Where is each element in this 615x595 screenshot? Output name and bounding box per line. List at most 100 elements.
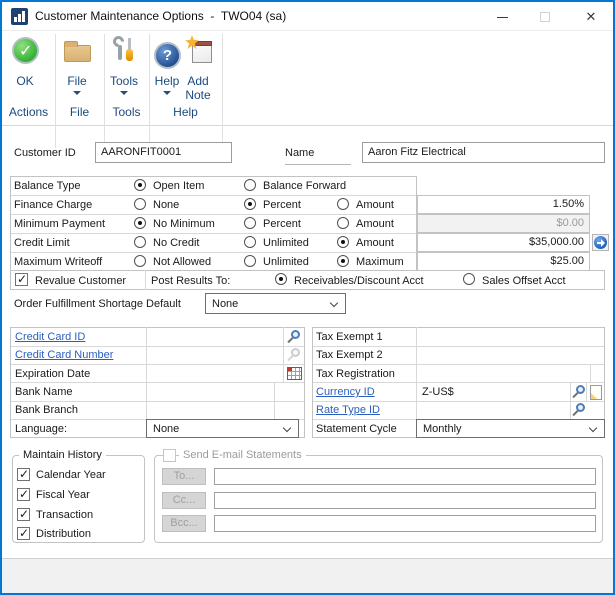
credit-limit-value-field[interactable]: $35,000.00	[417, 233, 590, 252]
name-label: Name	[285, 147, 314, 159]
calendar-year-label[interactable]: Calendar Year	[36, 469, 106, 481]
fiscal-year-label[interactable]: Fiscal Year	[36, 489, 90, 501]
revalue-customer-label[interactable]: Revalue Customer	[35, 275, 126, 287]
language-value: None	[153, 420, 179, 439]
finance-charge-value-field[interactable]: 1.50%	[417, 195, 590, 214]
statement-cycle-label: Statement Cycle	[316, 423, 397, 435]
bcc-button: Bcc...	[162, 515, 206, 532]
status-area	[2, 558, 613, 593]
customer-id-label: Customer ID	[14, 147, 76, 159]
row-divider	[11, 401, 304, 402]
add-note-button[interactable]: Add	[178, 74, 218, 88]
radio-no-credit[interactable]	[134, 236, 146, 248]
tools-wrench-icon[interactable]	[110, 36, 138, 65]
expiration-date-label: Expiration Date	[15, 368, 90, 380]
customer-id-field[interactable]: AARONFIT0001	[95, 142, 232, 163]
radio-writeoff-unlimited[interactable]	[244, 255, 256, 267]
receivables-discount-acct-label[interactable]: Receivables/Discount Acct	[294, 275, 424, 287]
calendar-icon[interactable]	[287, 367, 302, 380]
writeoff-unlimited-label[interactable]: Unlimited	[263, 256, 309, 268]
no-credit-label[interactable]: No Credit	[153, 237, 199, 249]
calendar-year-checkbox[interactable]	[17, 468, 30, 481]
order-fulfillment-dropdown[interactable]: None	[205, 293, 346, 314]
radio-minimum-percent[interactable]	[244, 217, 256, 229]
close-icon[interactable]: ✕	[583, 9, 599, 25]
currency-id-link[interactable]: Currency ID	[316, 386, 375, 398]
radio-credit-amount[interactable]	[337, 236, 349, 248]
minimum-percent-label[interactable]: Percent	[263, 218, 301, 230]
tools-button[interactable]: Tools	[102, 74, 146, 88]
radio-writeoff-maximum[interactable]	[337, 255, 349, 267]
open-item-label[interactable]: Open Item	[153, 180, 204, 192]
distribution-checkbox[interactable]	[17, 527, 30, 540]
radio-sales-offset-acct[interactable]	[463, 273, 475, 285]
credit-unlimited-label[interactable]: Unlimited	[263, 237, 309, 249]
currency-id-lookup-icon[interactable]	[572, 385, 586, 399]
credit-limit-label: Credit Limit	[14, 237, 70, 249]
credit-card-id-link[interactable]: Credit Card ID	[15, 331, 85, 343]
radio-finance-amount[interactable]	[337, 198, 349, 210]
minimum-payment-value-field: $0.00	[417, 214, 590, 233]
finance-none-label[interactable]: None	[153, 199, 179, 211]
help-question-icon[interactable]: ?	[154, 42, 181, 69]
tax-exempt-2-label: Tax Exempt 2	[316, 349, 383, 361]
finance-amount-label[interactable]: Amount	[356, 199, 394, 211]
transaction-label[interactable]: Transaction	[36, 509, 93, 521]
language-label: Language:	[15, 423, 67, 435]
help-dropdown-arrow-icon[interactable]	[163, 91, 171, 95]
chevron-down-icon	[589, 424, 597, 432]
revalue-customer-checkbox[interactable]	[15, 273, 28, 286]
radio-receivables-discount-acct[interactable]	[275, 273, 287, 285]
statement-cycle-dropdown[interactable]: Monthly	[416, 419, 605, 438]
finance-percent-label[interactable]: Percent	[263, 199, 301, 211]
finance-charge-label: Finance Charge	[14, 199, 92, 211]
add-note-icon[interactable]	[185, 36, 215, 66]
currency-id-field[interactable]: Z-US$	[422, 386, 454, 398]
bank-name-label: Bank Name	[15, 386, 72, 398]
row-divider	[313, 346, 604, 347]
language-dropdown[interactable]: None	[146, 419, 299, 438]
minimum-payment-label: Minimum Payment	[14, 218, 105, 230]
maximum-writeoff-value-field[interactable]: $25.00	[417, 252, 590, 271]
credit-limit-expansion-icon[interactable]	[592, 234, 609, 251]
file-dropdown-arrow-icon[interactable]	[73, 91, 81, 95]
file-folder-icon[interactable]	[64, 45, 91, 62]
ribbon-group-label-actions: Actions	[2, 105, 55, 119]
to-field	[214, 468, 596, 485]
rate-type-id-link[interactable]: Rate Type ID	[316, 404, 380, 416]
credit-card-id-lookup-icon[interactable]	[287, 330, 301, 344]
balance-forward-label[interactable]: Balance Forward	[263, 180, 346, 192]
cell-divider	[590, 364, 591, 382]
ok-check-icon[interactable]	[12, 37, 39, 64]
no-minimum-label[interactable]: No Minimum	[153, 218, 215, 230]
radio-minimum-amount[interactable]	[337, 217, 349, 229]
customer-maintenance-options-window: Customer Maintenance Options - TWO04 (sa…	[0, 0, 615, 595]
radio-open-item[interactable]	[134, 179, 146, 191]
writeoff-maximum-label[interactable]: Maximum	[356, 256, 404, 268]
radio-credit-unlimited[interactable]	[244, 236, 256, 248]
radio-finance-percent[interactable]	[244, 198, 256, 210]
grid-row-divider	[11, 214, 416, 215]
ribbon-divider	[55, 34, 56, 148]
radio-no-minimum[interactable]	[134, 217, 146, 229]
tools-dropdown-arrow-icon[interactable]	[120, 91, 128, 95]
radio-finance-none[interactable]	[134, 198, 146, 210]
rate-type-id-lookup-icon[interactable]	[572, 403, 586, 417]
bcc-field	[214, 515, 596, 532]
radio-not-allowed[interactable]	[134, 255, 146, 267]
fiscal-year-checkbox[interactable]	[17, 488, 30, 501]
add-note-button-line2[interactable]: Note	[178, 88, 218, 102]
currency-note-icon[interactable]	[590, 385, 602, 400]
sales-offset-acct-label[interactable]: Sales Offset Acct	[482, 275, 566, 287]
minimum-amount-label[interactable]: Amount	[356, 218, 394, 230]
not-allowed-label[interactable]: Not Allowed	[153, 256, 211, 268]
file-button[interactable]: File	[57, 74, 97, 88]
transaction-checkbox[interactable]	[17, 508, 30, 521]
ok-button[interactable]: OK	[5, 74, 45, 88]
radio-balance-forward[interactable]	[244, 179, 256, 191]
distribution-label[interactable]: Distribution	[36, 528, 91, 540]
minimize-button[interactable]	[497, 17, 508, 18]
credit-card-number-link[interactable]: Credit Card Number	[15, 349, 113, 361]
to-button: To...	[162, 468, 206, 485]
credit-amount-label[interactable]: Amount	[356, 237, 394, 249]
